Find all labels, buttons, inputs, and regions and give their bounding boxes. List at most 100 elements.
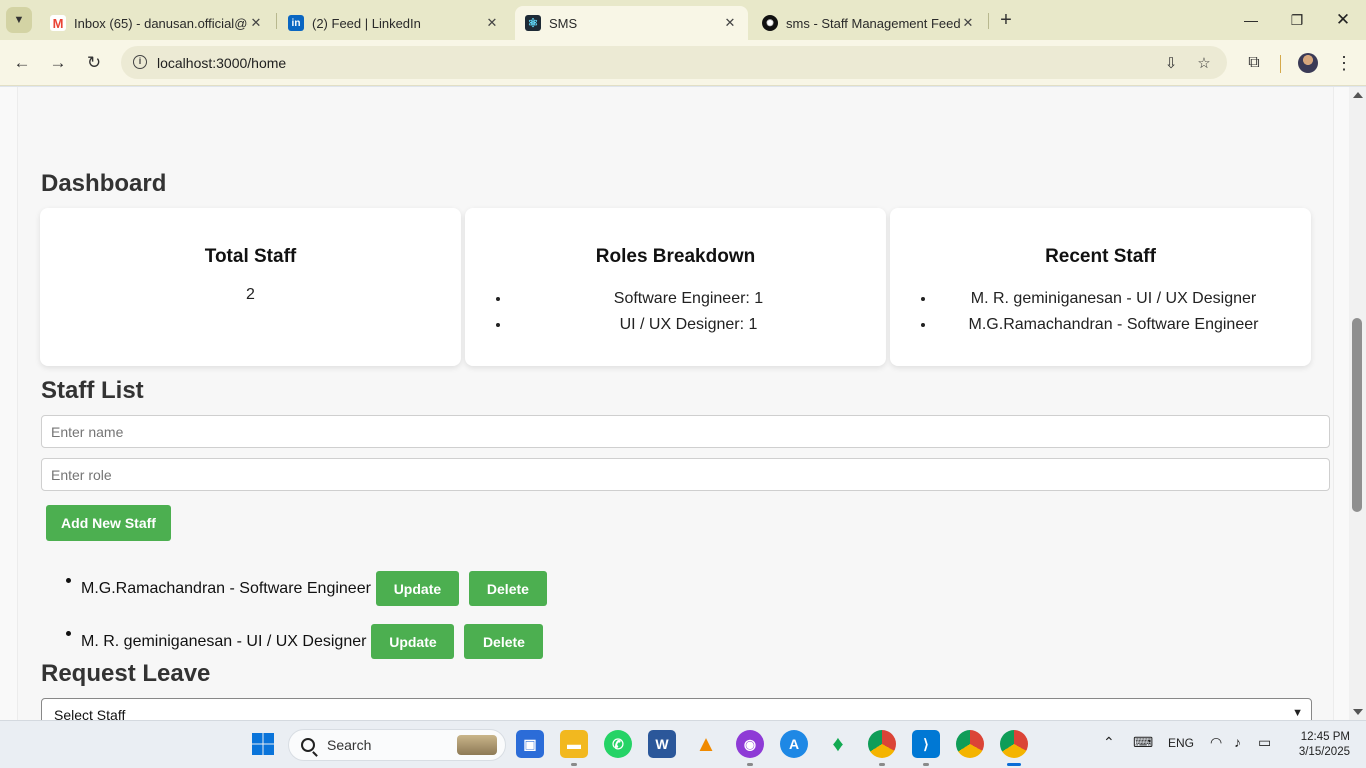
clock[interactable]: 12:45 PM 3/15/2025 bbox=[1290, 730, 1350, 760]
running-indicator bbox=[879, 763, 885, 766]
tab-separator bbox=[276, 13, 277, 29]
tab-sms[interactable]: ⚛ SMS ✕ bbox=[515, 6, 748, 40]
delete-button[interactable]: Delete bbox=[464, 624, 544, 659]
github-desktop-icon[interactable]: ◉ bbox=[736, 730, 764, 758]
tab-separator bbox=[988, 13, 989, 29]
bullet bbox=[66, 578, 71, 583]
page-container: Dashboard Total Staff 2 Roles Breakdown … bbox=[17, 87, 1334, 720]
linkedin-icon: in bbox=[288, 15, 304, 31]
keyboard-icon[interactable]: ⌨ bbox=[1133, 734, 1153, 751]
scroll-up-arrow-icon[interactable] bbox=[1353, 92, 1363, 98]
close-tab-icon[interactable]: ✕ bbox=[248, 15, 264, 31]
staff-list-item: M.G.Ramachandran - Software Engineer Upd… bbox=[63, 571, 547, 606]
delete-button[interactable]: Delete bbox=[468, 571, 547, 606]
select-staff-dropdown[interactable]: Select Staff ▼ bbox=[41, 698, 1312, 720]
chrome-active-icon[interactable] bbox=[1000, 730, 1028, 758]
page-viewport: Dashboard Total Staff 2 Roles Breakdown … bbox=[0, 87, 1366, 720]
site-info-icon[interactable]: i bbox=[133, 55, 147, 69]
back-arrow-icon[interactable]: ← bbox=[8, 49, 36, 77]
name-input[interactable] bbox=[41, 415, 1330, 448]
staff-label: M.G.Ramachandran - Software Engineer bbox=[81, 579, 371, 597]
chevron-up-icon[interactable]: ⌃ bbox=[1103, 734, 1115, 751]
search-highlight-icon bbox=[457, 735, 497, 755]
vscode-icon[interactable]: ⟩ bbox=[912, 730, 940, 758]
chrome-icon[interactable] bbox=[956, 730, 984, 758]
mongodb-icon[interactable]: ♦ bbox=[824, 730, 852, 758]
tab-chatgpt[interactable]: ✺ sms - Staff Management Feedb ✕ bbox=[752, 6, 986, 40]
chrome-profile-icon[interactable] bbox=[868, 730, 896, 758]
close-window-icon[interactable]: ✕ bbox=[1320, 0, 1366, 40]
card-title: Total Staff bbox=[204, 246, 297, 267]
url-text[interactable]: localhost:3000/home bbox=[157, 55, 286, 71]
restore-icon[interactable]: ❐ bbox=[1274, 0, 1320, 40]
volume-icon[interactable]: ♪ bbox=[1234, 734, 1241, 750]
profile-avatar[interactable] bbox=[1298, 53, 1318, 73]
tab-title: Inbox (65) - danusan.official@g bbox=[74, 15, 248, 31]
recent-staff-list: M. R. geminiganesan - UI / UX Designer M… bbox=[890, 286, 1311, 338]
browser-toolbar: ← → ↻ i localhost:3000/home ⇩ ☆ ⧉ ⋮ bbox=[0, 40, 1366, 86]
forward-arrow-icon[interactable]: → bbox=[44, 49, 72, 77]
list-item: UI / UX Designer: 1 bbox=[511, 312, 866, 338]
wifi-icon[interactable]: ◠ bbox=[1210, 734, 1222, 751]
tab-search-chevron-icon[interactable]: ▼ bbox=[6, 7, 32, 33]
request-leave-heading: Request Leave bbox=[41, 660, 211, 687]
tab-title: sms - Staff Management Feedb bbox=[786, 15, 960, 31]
clock-date: 3/15/2025 bbox=[1298, 746, 1350, 758]
tab-linkedin[interactable]: in (2) Feed | LinkedIn ✕ bbox=[278, 6, 510, 40]
running-indicator bbox=[923, 763, 929, 766]
staff-label: M. R. geminiganesan - UI / UX Designer bbox=[81, 632, 367, 650]
add-new-staff-button[interactable]: Add New Staff bbox=[46, 505, 171, 541]
browser-tab-strip: ▼ M Inbox (65) - danusan.official@g ✕ in… bbox=[0, 0, 1366, 40]
running-indicator bbox=[571, 763, 577, 766]
total-staff-value: 2 bbox=[246, 286, 255, 303]
recent-staff-card: Recent Staff M. R. geminiganesan - UI / … bbox=[890, 208, 1311, 366]
card-title: Recent Staff bbox=[1045, 246, 1156, 267]
extensions-puzzle-icon[interactable]: ⧉ bbox=[1240, 49, 1268, 77]
chatgpt-icon: ✺ bbox=[762, 15, 778, 31]
roles-list: Software Engineer: 1 UI / UX Designer: 1 bbox=[465, 286, 886, 338]
tab-gmail[interactable]: M Inbox (65) - danusan.official@g ✕ bbox=[40, 6, 274, 40]
install-app-icon[interactable]: ⇩ bbox=[1161, 53, 1181, 73]
new-tab-plus-icon[interactable]: + bbox=[994, 8, 1018, 32]
file-explorer-icon[interactable]: ▬ bbox=[560, 730, 588, 758]
running-indicator bbox=[747, 763, 753, 766]
windows-start-icon[interactable] bbox=[249, 730, 277, 758]
tab-title: (2) Feed | LinkedIn bbox=[312, 15, 421, 31]
menu-kebab-icon[interactable]: ⋮ bbox=[1330, 49, 1358, 77]
total-staff-card: Total Staff 2 bbox=[40, 208, 461, 366]
microsoft-store-icon[interactable]: ▣ bbox=[516, 730, 544, 758]
bookmark-star-icon[interactable]: ☆ bbox=[1194, 53, 1214, 73]
staff-list-item: M. R. geminiganesan - UI / UX Designer U… bbox=[63, 624, 544, 659]
active-indicator bbox=[1007, 763, 1021, 766]
role-input[interactable] bbox=[41, 458, 1330, 491]
close-tab-icon[interactable]: ✕ bbox=[484, 15, 500, 31]
list-item: M.G.Ramachandran - Software Engineer bbox=[936, 312, 1291, 338]
close-tab-icon[interactable]: ✕ bbox=[960, 15, 976, 31]
toolbar-divider bbox=[1280, 55, 1281, 73]
card-title: Roles Breakdown bbox=[595, 246, 756, 267]
update-button[interactable]: Update bbox=[371, 624, 455, 659]
address-bar[interactable]: i localhost:3000/home ⇩ ☆ bbox=[121, 46, 1227, 79]
vlc-icon[interactable]: ▲ bbox=[692, 730, 720, 758]
gmail-icon: M bbox=[50, 15, 66, 31]
select-value: Select Staff bbox=[54, 707, 126, 720]
scroll-down-arrow-icon[interactable] bbox=[1353, 709, 1363, 715]
update-button[interactable]: Update bbox=[375, 571, 459, 606]
tab-title: SMS bbox=[549, 15, 578, 31]
whatsapp-icon[interactable]: ✆ bbox=[604, 730, 632, 758]
staff-list-heading: Staff List bbox=[41, 377, 144, 404]
taskbar-search[interactable]: Search bbox=[288, 729, 506, 761]
roles-breakdown-card: Roles Breakdown Software Engineer: 1 UI … bbox=[465, 208, 886, 366]
app-launcher-icon[interactable]: A bbox=[780, 730, 808, 758]
battery-icon[interactable]: ▭ bbox=[1258, 734, 1271, 751]
reload-icon[interactable]: ↻ bbox=[80, 49, 108, 77]
list-item: M. R. geminiganesan - UI / UX Designer bbox=[936, 286, 1291, 312]
bullet bbox=[66, 631, 71, 636]
react-icon: ⚛ bbox=[525, 15, 541, 31]
word-icon[interactable]: W bbox=[648, 730, 676, 758]
close-tab-icon[interactable]: ✕ bbox=[722, 15, 738, 31]
language-indicator[interactable]: ENG bbox=[1168, 736, 1194, 750]
page-scrollbar[interactable] bbox=[1349, 87, 1366, 720]
scrollbar-thumb[interactable] bbox=[1352, 318, 1362, 512]
minimize-icon[interactable]: — bbox=[1228, 0, 1274, 40]
